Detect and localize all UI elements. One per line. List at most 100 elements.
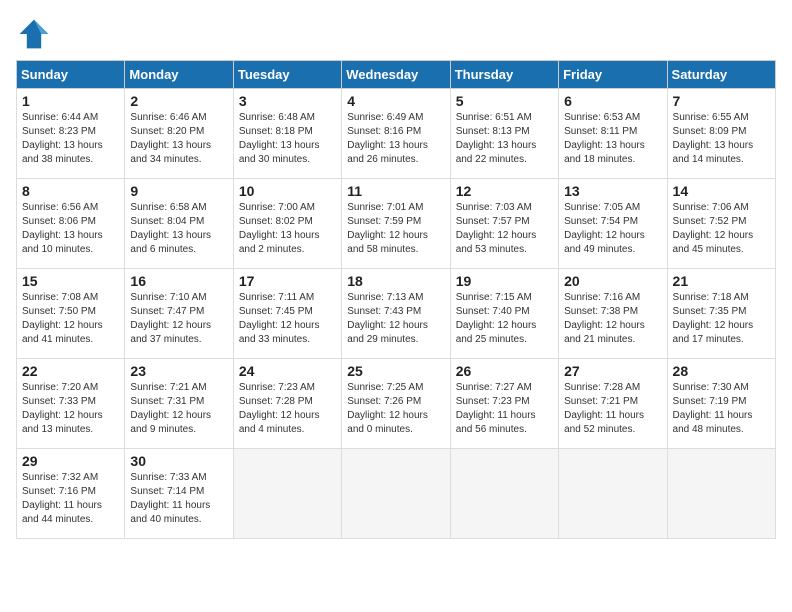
cell-text: Sunrise: 7:27 AM Sunset: 7:23 PM Dayligh… <box>456 381 553 437</box>
calendar-cell: 27 Sunrise: 7:28 AM Sunset: 7:21 PM Dayli… <box>559 359 667 449</box>
day-number: 12 <box>456 183 553 199</box>
weekday-header: Tuesday <box>233 61 341 89</box>
day-number: 29 <box>22 453 119 469</box>
cell-text: Sunrise: 7:08 AM Sunset: 7:50 PM Dayligh… <box>22 291 119 347</box>
calendar-body: 1 Sunrise: 6:44 AM Sunset: 8:23 PM Daylig… <box>17 89 776 539</box>
cell-text: Sunrise: 6:53 AM Sunset: 8:11 PM Dayligh… <box>564 111 661 167</box>
weekday-header: Wednesday <box>342 61 450 89</box>
cell-text: Sunrise: 7:11 AM Sunset: 7:45 PM Dayligh… <box>239 291 336 347</box>
day-number: 6 <box>564 93 661 109</box>
calendar-week-row: 8 Sunrise: 6:56 AM Sunset: 8:06 PM Daylig… <box>17 179 776 269</box>
day-number: 8 <box>22 183 119 199</box>
calendar-cell: 5 Sunrise: 6:51 AM Sunset: 8:13 PM Daylig… <box>450 89 558 179</box>
weekday-header: Friday <box>559 61 667 89</box>
cell-text: Sunrise: 7:30 AM Sunset: 7:19 PM Dayligh… <box>673 381 770 437</box>
day-number: 14 <box>673 183 770 199</box>
calendar-cell: 25Sunrise: 7:25 AM Sunset: 7:26 PM Dayli… <box>342 359 450 449</box>
calendar-header-row: SundayMondayTuesdayWednesdayThursdayFrid… <box>17 61 776 89</box>
cell-text: Sunrise: 7:03 AM Sunset: 7:57 PM Dayligh… <box>456 201 553 257</box>
cell-text: Sunrise: 6:46 AM Sunset: 8:20 PM Dayligh… <box>130 111 227 167</box>
cell-text: Sunrise: 7:28 AM Sunset: 7:21 PM Dayligh… <box>564 381 661 437</box>
calendar-week-row: 1 Sunrise: 6:44 AM Sunset: 8:23 PM Daylig… <box>17 89 776 179</box>
calendar-cell: 20 Sunrise: 7:16 AM Sunset: 7:38 PM Dayli… <box>559 269 667 359</box>
weekday-header: Thursday <box>450 61 558 89</box>
cell-text: Sunrise: 7:01 AM Sunset: 7:59 PM Dayligh… <box>347 201 444 257</box>
cell-text: Sunrise: 6:55 AM Sunset: 8:09 PM Dayligh… <box>673 111 770 167</box>
cell-text: Sunrise: 7:06 AM Sunset: 7:52 PM Dayligh… <box>673 201 770 257</box>
calendar-cell: 26 Sunrise: 7:27 AM Sunset: 7:23 PM Dayli… <box>450 359 558 449</box>
cell-text: Sunrise: 6:56 AM Sunset: 8:06 PM Dayligh… <box>22 201 119 257</box>
calendar-week-row: 29 Sunrise: 7:32 AM Sunset: 7:16 PM Dayli… <box>17 449 776 539</box>
cell-text: Sunrise: 7:25 AM Sunset: 7:26 PM Dayligh… <box>347 381 444 437</box>
day-number: 24 <box>239 363 336 379</box>
day-number: 28 <box>673 363 770 379</box>
calendar-cell: 9Sunrise: 6:58 AM Sunset: 8:04 PM Daylig… <box>125 179 233 269</box>
cell-text: Sunrise: 7:23 AM Sunset: 7:28 PM Dayligh… <box>239 381 336 437</box>
calendar-table: SundayMondayTuesdayWednesdayThursdayFrid… <box>16 60 776 539</box>
day-number: 1 <box>22 93 119 109</box>
calendar-cell: 23 Sunrise: 7:21 AM Sunset: 7:31 PM Dayli… <box>125 359 233 449</box>
day-number: 26 <box>456 363 553 379</box>
cell-text: Sunrise: 7:18 AM Sunset: 7:35 PM Dayligh… <box>673 291 770 347</box>
calendar-cell: 19Sunrise: 7:15 AM Sunset: 7:40 PM Dayli… <box>450 269 558 359</box>
logo-icon <box>16 16 52 52</box>
day-number: 2 <box>130 93 227 109</box>
day-number: 13 <box>564 183 661 199</box>
calendar-cell: 8 Sunrise: 6:56 AM Sunset: 8:06 PM Daylig… <box>17 179 125 269</box>
cell-text: Sunrise: 6:51 AM Sunset: 8:13 PM Dayligh… <box>456 111 553 167</box>
calendar-cell: 4 Sunrise: 6:49 AM Sunset: 8:16 PM Daylig… <box>342 89 450 179</box>
day-number: 27 <box>564 363 661 379</box>
day-number: 15 <box>22 273 119 289</box>
calendar-cell: 11Sunrise: 7:01 AM Sunset: 7:59 PM Dayli… <box>342 179 450 269</box>
cell-text: Sunrise: 6:48 AM Sunset: 8:18 PM Dayligh… <box>239 111 336 167</box>
cell-text: Sunrise: 7:05 AM Sunset: 7:54 PM Dayligh… <box>564 201 661 257</box>
cell-text: Sunrise: 6:49 AM Sunset: 8:16 PM Dayligh… <box>347 111 444 167</box>
cell-text: Sunrise: 7:32 AM Sunset: 7:16 PM Dayligh… <box>22 471 119 527</box>
day-number: 5 <box>456 93 553 109</box>
day-number: 16 <box>130 273 227 289</box>
calendar-week-row: 15 Sunrise: 7:08 AM Sunset: 7:50 PM Dayli… <box>17 269 776 359</box>
day-number: 9 <box>130 183 227 199</box>
cell-text: Sunrise: 7:13 AM Sunset: 7:43 PM Dayligh… <box>347 291 444 347</box>
day-number: 3 <box>239 93 336 109</box>
calendar-cell: 29 Sunrise: 7:32 AM Sunset: 7:16 PM Dayli… <box>17 449 125 539</box>
calendar-cell: 22 Sunrise: 7:20 AM Sunset: 7:33 PM Dayli… <box>17 359 125 449</box>
day-number: 4 <box>347 93 444 109</box>
cell-text: Sunrise: 7:16 AM Sunset: 7:38 PM Dayligh… <box>564 291 661 347</box>
logo <box>16 16 56 52</box>
cell-text: Sunrise: 7:33 AM Sunset: 7:14 PM Dayligh… <box>130 471 227 527</box>
day-number: 18 <box>347 273 444 289</box>
cell-text: Sunrise: 7:21 AM Sunset: 7:31 PM Dayligh… <box>130 381 227 437</box>
day-number: 30 <box>130 453 227 469</box>
calendar-cell: 16 Sunrise: 7:10 AM Sunset: 7:47 PM Dayli… <box>125 269 233 359</box>
day-number: 22 <box>22 363 119 379</box>
calendar-cell: 10 Sunrise: 7:00 AM Sunset: 8:02 PM Dayli… <box>233 179 341 269</box>
calendar-cell <box>233 449 341 539</box>
calendar-cell: 13 Sunrise: 7:05 AM Sunset: 7:54 PM Dayli… <box>559 179 667 269</box>
cell-text: Sunrise: 7:00 AM Sunset: 8:02 PM Dayligh… <box>239 201 336 257</box>
calendar-cell <box>559 449 667 539</box>
calendar-cell <box>450 449 558 539</box>
cell-text: Sunrise: 6:44 AM Sunset: 8:23 PM Dayligh… <box>22 111 119 167</box>
weekday-header: Sunday <box>17 61 125 89</box>
calendar-cell: 14 Sunrise: 7:06 AM Sunset: 7:52 PM Dayli… <box>667 179 775 269</box>
cell-text: Sunrise: 7:10 AM Sunset: 7:47 PM Dayligh… <box>130 291 227 347</box>
calendar-cell: 1 Sunrise: 6:44 AM Sunset: 8:23 PM Daylig… <box>17 89 125 179</box>
calendar-cell: 21Sunrise: 7:18 AM Sunset: 7:35 PM Dayli… <box>667 269 775 359</box>
day-number: 23 <box>130 363 227 379</box>
calendar-week-row: 22 Sunrise: 7:20 AM Sunset: 7:33 PM Dayli… <box>17 359 776 449</box>
calendar-cell: 3 Sunrise: 6:48 AM Sunset: 8:18 PM Daylig… <box>233 89 341 179</box>
calendar-cell: 24 Sunrise: 7:23 AM Sunset: 7:28 PM Dayli… <box>233 359 341 449</box>
calendar-cell: 12 Sunrise: 7:03 AM Sunset: 7:57 PM Dayli… <box>450 179 558 269</box>
cell-text: Sunrise: 7:20 AM Sunset: 7:33 PM Dayligh… <box>22 381 119 437</box>
day-number: 20 <box>564 273 661 289</box>
calendar-cell: 18 Sunrise: 7:13 AM Sunset: 7:43 PM Dayli… <box>342 269 450 359</box>
calendar-cell: 7Sunrise: 6:55 AM Sunset: 8:09 PM Daylig… <box>667 89 775 179</box>
calendar-cell: 28 Sunrise: 7:30 AM Sunset: 7:19 PM Dayli… <box>667 359 775 449</box>
day-number: 10 <box>239 183 336 199</box>
day-number: 17 <box>239 273 336 289</box>
calendar-cell: 17 Sunrise: 7:11 AM Sunset: 7:45 PM Dayli… <box>233 269 341 359</box>
page-header <box>16 16 776 52</box>
calendar-cell: 30 Sunrise: 7:33 AM Sunset: 7:14 PM Dayli… <box>125 449 233 539</box>
weekday-header: Saturday <box>667 61 775 89</box>
